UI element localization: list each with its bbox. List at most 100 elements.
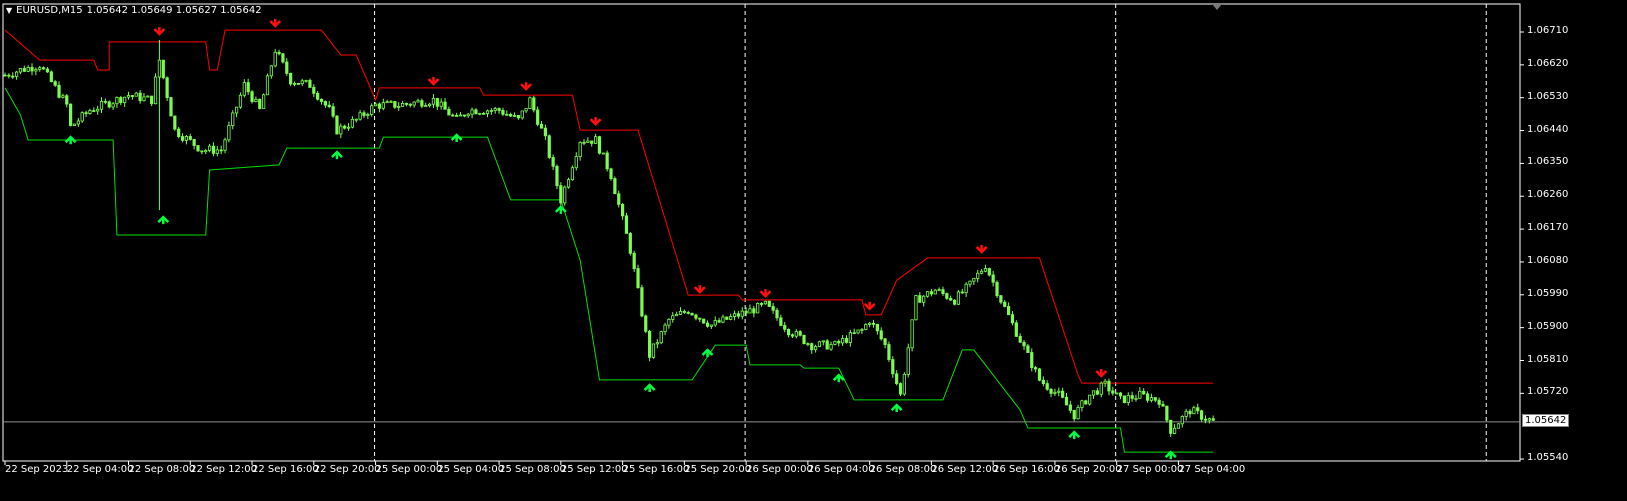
candle-body [682,311,686,313]
candle-body [528,97,532,109]
candle-body [1049,388,1053,394]
x-tick-label: 27 Sep 04:00 [1178,464,1246,475]
candle-body [493,108,497,111]
candle-body [659,331,663,344]
candle-body [343,125,347,129]
candle-body [775,309,779,319]
candle-body [895,373,899,384]
candle-body [574,156,578,169]
candle-body [621,204,625,217]
x-tick-label: 22 Sep 16:00 [252,464,319,475]
candle-body [744,310,748,314]
candle-body [578,141,582,157]
candle-body [729,316,733,320]
candle-body [285,61,289,74]
ohlc-values: 1.05642 1.05649 1.05627 1.05642 [86,5,262,16]
candle-body [22,68,26,72]
candle-body [130,95,134,97]
candle-body [312,87,316,94]
candle-body [509,114,513,117]
candle-body [296,83,300,85]
candle-body [1200,410,1204,420]
candle-body [601,152,605,155]
candle-body [184,136,189,141]
candle-body [485,110,490,115]
candle-body [111,103,115,108]
candle-body [346,126,351,129]
candle-body [119,97,123,104]
candle-body [922,295,926,303]
y-tick-label: 1.06170 [1527,222,1569,234]
candle-body [269,65,273,77]
candle-body [825,340,829,350]
bid-price-label: 1.05642 [1522,414,1570,427]
candle-body [644,315,648,332]
candle-body [265,75,270,96]
candle-body [38,67,42,70]
candle-body [814,346,818,351]
candle-body [1111,390,1115,394]
x-tick-label: 27 Sep 00:00 [1116,464,1184,475]
candle-body [316,92,320,100]
candle-body [1026,345,1030,353]
candle-body [597,136,602,154]
candle-body [18,68,23,73]
candle-body [42,67,46,70]
candle-body [593,136,598,144]
candle-body [837,340,841,344]
candle-body [339,125,343,135]
candle-body [1084,400,1088,405]
candle-body [1045,383,1049,390]
candle-body [717,320,721,323]
x-tick-label: 26 Sep 20:00 [1054,464,1122,475]
candle-body [698,317,702,320]
x-tick-label: 22 Sep 20:00 [313,464,381,475]
candle-body [180,136,185,141]
x-tick-label: 25 Sep 08:00 [499,464,566,475]
candle-body [177,128,181,137]
candle-body [983,268,988,272]
candle-body [1188,410,1192,415]
candle-body [987,268,991,276]
candle-body [532,97,536,111]
candle-body [53,81,57,86]
price-chart[interactable] [0,0,1627,501]
candle-body [1142,390,1146,395]
candle-body [586,140,590,143]
candle-body [748,308,752,314]
candle-body [655,342,659,345]
candle-body [783,325,787,330]
y-tick-label: 1.05900 [1527,320,1569,332]
candle-body [165,77,169,99]
candle-body [1203,418,1208,421]
candle-body [393,101,397,108]
candle-body [636,268,640,289]
candle-body [848,332,852,343]
x-tick-label: 25 Sep 20:00 [684,464,752,475]
candle-body [605,152,609,170]
candle-body [427,103,432,106]
candle-body [671,315,675,320]
candle-body [277,51,281,55]
candle-body [84,112,88,115]
candle-body [690,312,694,316]
candle-body [898,383,903,395]
candle-body [1107,380,1111,392]
candle-body [925,291,930,297]
candle-body [767,300,771,307]
candle-body [821,340,825,343]
candle-body [207,145,212,151]
candle-body [964,283,968,294]
candle-body [1034,367,1038,370]
candle-body [273,51,277,67]
candle-body [705,322,710,327]
candle-body [26,66,30,72]
candle-body [694,314,698,319]
candle-body [1180,415,1184,425]
candle-body [1076,407,1080,420]
candle-body [196,145,200,152]
candle-body [115,97,119,105]
x-tick-label: 22 Sep 08:00 [128,464,196,475]
collapse-triangle-icon[interactable]: ▼ [6,6,12,15]
candle-body [416,100,420,103]
